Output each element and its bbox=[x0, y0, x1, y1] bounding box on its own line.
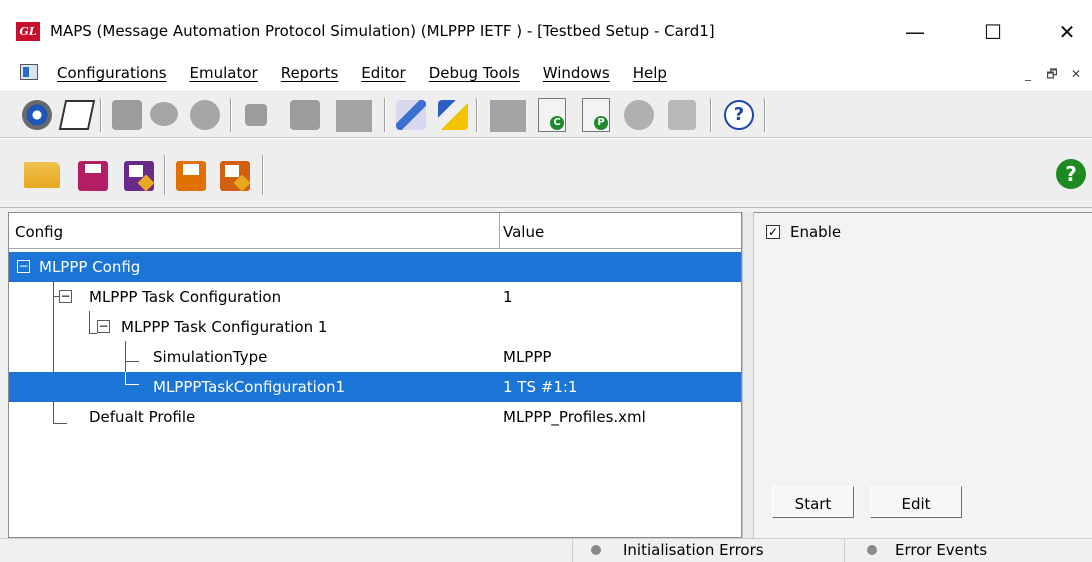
toolbar-separator bbox=[384, 98, 386, 132]
tree-row-label: Defualt Profile bbox=[89, 408, 196, 426]
toolbar-separator bbox=[710, 98, 712, 132]
status-error-events[interactable]: Error Events bbox=[844, 539, 1092, 562]
tree-row-mlppp-config[interactable]: − MLPPP Config bbox=[9, 252, 741, 282]
tree-row-label: SimulationType bbox=[153, 348, 268, 366]
maps-logo-icon: GL bbox=[16, 22, 40, 41]
tree-row-label: MLPPP Config bbox=[39, 258, 141, 276]
toolbar-separator bbox=[230, 98, 232, 132]
tree-line bbox=[125, 372, 126, 384]
green-help-icon[interactable]: ? bbox=[1056, 159, 1086, 189]
settings-gear-icon[interactable] bbox=[22, 100, 52, 130]
mdi-document-icon[interactable] bbox=[20, 64, 38, 80]
tree-row-task-configuration-1[interactable]: − MLPPP Task Configuration 1 bbox=[9, 312, 741, 342]
collapse-icon[interactable]: − bbox=[97, 320, 110, 333]
tree-row-mlppp-task-configuration1[interactable]: MLPPPTaskConfiguration1 1 TS #1:1 bbox=[9, 372, 741, 402]
enable-checkbox[interactable]: ✓ bbox=[766, 225, 780, 239]
doc-p-letter: P bbox=[594, 116, 608, 130]
menu-configurations[interactable]: Configurations bbox=[57, 64, 167, 82]
column-header-config[interactable]: Config bbox=[15, 223, 63, 241]
tree-header: Config Value bbox=[9, 213, 741, 249]
open-folder-icon[interactable] bbox=[24, 162, 60, 188]
status-init-errors-label: Initialisation Errors bbox=[623, 541, 764, 559]
unhook-disabled-icon[interactable] bbox=[668, 100, 696, 130]
column-header-value[interactable]: Value bbox=[503, 223, 544, 241]
tree-row-default-profile[interactable]: Defualt Profile MLPPP_Profiles.xml bbox=[9, 402, 741, 432]
mdi-window-controls: _ 🗗 ✕ bbox=[1018, 66, 1086, 82]
close-button[interactable]: ✕ bbox=[1044, 14, 1090, 50]
tree-row-value: 1 bbox=[503, 288, 513, 306]
status-error-events-label: Error Events bbox=[895, 541, 988, 559]
tree-row-value: 1 TS #1:1 bbox=[503, 378, 578, 396]
mdi-minimize-button[interactable]: _ bbox=[1018, 66, 1038, 82]
paint-brush-icon[interactable] bbox=[438, 100, 468, 130]
options-panel: ✓ Enable Start Edit bbox=[754, 212, 1092, 538]
tree-row-label: MLPPP Task Configuration bbox=[89, 288, 282, 306]
collapse-icon[interactable]: − bbox=[59, 290, 72, 303]
menu-editor[interactable]: Editor bbox=[361, 64, 405, 82]
toolbar-separator bbox=[262, 155, 264, 195]
link-disabled-icon[interactable] bbox=[190, 100, 220, 130]
title-bar: GL MAPS (Message Automation Protocol Sim… bbox=[0, 0, 1092, 52]
minimize-button[interactable]: — bbox=[892, 14, 938, 50]
tree-row-value: MLPPP bbox=[503, 348, 552, 366]
status-init-errors[interactable]: Initialisation Errors bbox=[572, 539, 844, 562]
collapse-icon[interactable]: − bbox=[17, 260, 30, 273]
tree-row-simulation-type[interactable]: SimulationType MLPPP bbox=[9, 342, 741, 372]
maximize-button[interactable]: ☐ bbox=[970, 14, 1016, 50]
save-profile-icon[interactable] bbox=[220, 161, 250, 191]
notepad-icon[interactable] bbox=[58, 100, 96, 130]
doc-c-letter: C bbox=[550, 116, 564, 130]
toolbar-separator bbox=[100, 98, 102, 132]
help-icon[interactable]: ? bbox=[724, 100, 754, 130]
menu-help[interactable]: Help bbox=[633, 64, 667, 82]
panel-splitter[interactable] bbox=[742, 212, 754, 538]
tree-row-label: MLPPP Task Configuration 1 bbox=[121, 318, 328, 336]
document-c-icon[interactable]: C bbox=[538, 98, 566, 132]
menu-emulator[interactable]: Emulator bbox=[190, 64, 258, 82]
edit-script-icon[interactable] bbox=[396, 100, 426, 130]
config-tree-panel: Config Value − MLPPP Config − MLPPP Task… bbox=[8, 212, 742, 538]
status-indicator-icon bbox=[591, 545, 601, 555]
blank-disabled-icon[interactable] bbox=[490, 100, 526, 132]
file-toolbar: ? bbox=[0, 138, 1092, 208]
toolbar-separator bbox=[476, 98, 478, 132]
menu-debug-tools[interactable]: Debug Tools bbox=[429, 64, 520, 82]
start-button[interactable]: Start bbox=[772, 486, 854, 518]
status-bar: Initialisation Errors Error Events bbox=[0, 538, 1092, 562]
load-profile-icon[interactable] bbox=[176, 161, 206, 191]
mdi-close-button[interactable]: ✕ bbox=[1066, 66, 1086, 82]
main-toolbar: C P ? bbox=[0, 92, 1092, 138]
save-as-icon[interactable] bbox=[124, 161, 154, 191]
window-title: MAPS (Message Automation Protocol Simula… bbox=[50, 22, 715, 40]
menu-reports[interactable]: Reports bbox=[281, 64, 339, 82]
tree-row-task-configuration[interactable]: − MLPPP Task Configuration 1 bbox=[9, 282, 741, 312]
edit-button[interactable]: Edit bbox=[870, 486, 962, 518]
status-indicator-icon bbox=[867, 545, 877, 555]
hook-disabled-icon[interactable] bbox=[624, 100, 654, 130]
save-icon[interactable] bbox=[78, 161, 108, 191]
arrows-disabled-icon[interactable] bbox=[150, 102, 178, 126]
menu-windows[interactable]: Windows bbox=[543, 64, 610, 82]
network-disabled-icon[interactable] bbox=[112, 100, 142, 130]
blank-disabled-icon[interactable] bbox=[336, 100, 372, 132]
column-divider[interactable] bbox=[499, 213, 500, 249]
bag-disabled-icon[interactable] bbox=[245, 104, 267, 126]
toolbar-separator bbox=[164, 155, 166, 195]
toolbar-separator bbox=[764, 98, 766, 132]
tree-row-label: MLPPPTaskConfiguration1 bbox=[153, 378, 346, 396]
document-p-icon[interactable]: P bbox=[582, 98, 610, 132]
menu-bar: Configurations Emulator Reports Editor D… bbox=[0, 52, 1092, 92]
tree-row-value: MLPPP_Profiles.xml bbox=[503, 408, 646, 426]
tree-line bbox=[125, 384, 139, 385]
mdi-restore-button[interactable]: 🗗 bbox=[1042, 66, 1062, 82]
enable-label[interactable]: Enable bbox=[790, 223, 841, 241]
case-disabled-icon[interactable] bbox=[290, 100, 320, 130]
menu-items: Configurations Emulator Reports Editor D… bbox=[57, 64, 690, 82]
